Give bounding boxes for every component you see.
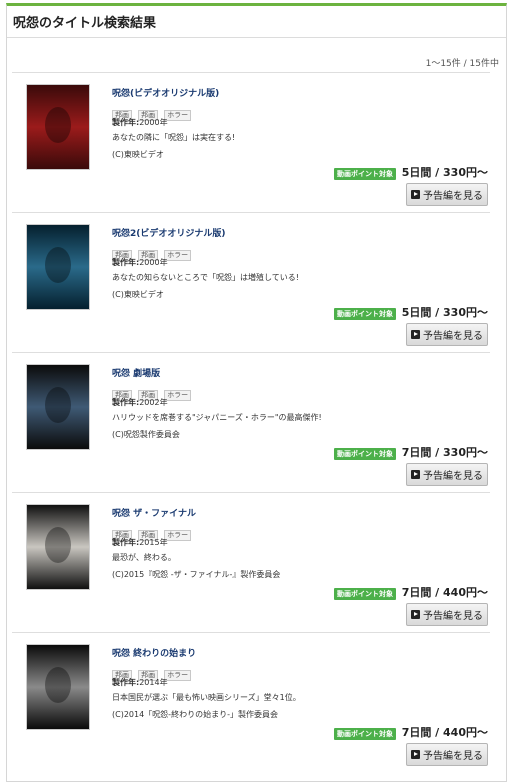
result-count: 1～15件 / 15件中 bbox=[425, 59, 499, 69]
poster-image[interactable] bbox=[26, 84, 90, 170]
production-year: 製作年:2002年 bbox=[112, 398, 168, 407]
production-year: 製作年:2014年 bbox=[112, 678, 168, 687]
copyright: (C)2015『呪怨 -ザ・ファイナル-』製作委員会 bbox=[112, 570, 281, 579]
copyright: (C)2014「呪怨-終わりの始まり-」製作委員会 bbox=[112, 710, 278, 719]
description: ハリウッドを席巻する"ジャパニーズ・ホラー"の最高傑作! bbox=[112, 413, 322, 422]
tag[interactable]: ホラー bbox=[164, 530, 192, 541]
trailer-button[interactable]: 予告編を見る bbox=[406, 183, 488, 206]
list-item: 呪怨 ザ・ファイナル 邦画 邦画 ホラー 製作年:2015年 最恐が、終わる。 … bbox=[12, 492, 490, 632]
poster-image[interactable] bbox=[26, 364, 90, 450]
panel-header: 呪怨のタイトル検索結果 bbox=[7, 6, 506, 38]
rental-price: 7日間 / 440円～ bbox=[401, 586, 488, 599]
point-badge: 動画ポイント対象 bbox=[334, 728, 396, 740]
point-badge: 動画ポイント対象 bbox=[334, 448, 396, 460]
tag[interactable]: ホラー bbox=[164, 110, 192, 121]
title-link[interactable]: 呪怨2(ビデオオリジナル版) bbox=[112, 226, 226, 239]
rental-price: 7日間 / 330円～ bbox=[401, 446, 488, 459]
tag[interactable]: ホラー bbox=[164, 670, 192, 681]
poster-image[interactable] bbox=[26, 504, 90, 590]
poster-image[interactable] bbox=[26, 644, 90, 730]
play-icon bbox=[411, 190, 420, 199]
poster-image[interactable] bbox=[26, 224, 90, 310]
play-icon bbox=[411, 470, 420, 479]
trailer-button[interactable]: 予告編を見る bbox=[406, 603, 488, 626]
copyright: (C)東映ビデオ bbox=[112, 290, 164, 299]
trailer-button[interactable]: 予告編を見る bbox=[406, 323, 488, 346]
trailer-button-label: 予告編を見る bbox=[423, 331, 483, 342]
production-year: 製作年:2015年 bbox=[112, 538, 168, 547]
list-item: 呪怨2(ビデオオリジナル版) 邦画 邦画 ホラー 製作年:2000年 あなたの知… bbox=[12, 212, 490, 352]
description: あなたの知らないところで「呪怨」は増殖している! bbox=[112, 273, 299, 282]
production-year: 製作年:2000年 bbox=[112, 118, 168, 127]
title-link[interactable]: 呪怨 終わりの始まり bbox=[112, 646, 196, 659]
title-link[interactable]: 呪怨 劇場版 bbox=[112, 366, 160, 379]
play-icon bbox=[411, 330, 420, 339]
point-badge: 動画ポイント対象 bbox=[334, 168, 396, 180]
tag[interactable]: ホラー bbox=[164, 390, 192, 401]
description: あなたの隣に「呪怨」は実在する! bbox=[112, 133, 236, 142]
rental-price: 5日間 / 330円～ bbox=[401, 166, 488, 179]
copyright: (C)東映ビデオ bbox=[112, 150, 164, 159]
trailer-button[interactable]: 予告編を見る bbox=[406, 743, 488, 766]
page-title: 呪怨のタイトル検索結果 bbox=[13, 16, 157, 31]
rental-price: 7日間 / 440円～ bbox=[401, 726, 488, 739]
play-icon bbox=[411, 610, 420, 619]
tag[interactable]: ホラー bbox=[164, 250, 192, 261]
point-badge: 動画ポイント対象 bbox=[334, 308, 396, 320]
copyright: (C)呪怨製作委員会 bbox=[112, 430, 180, 439]
production-year: 製作年:2000年 bbox=[112, 258, 168, 267]
description: 最恐が、終わる。 bbox=[112, 553, 176, 562]
description: 日本国民が選ぶ「最も怖い映画シリーズ」堂々1位。 bbox=[112, 693, 301, 702]
list-item: 呪怨 終わりの始まり 邦画 邦画 ホラー 製作年:2014年 日本国民が選ぶ「最… bbox=[12, 632, 490, 772]
play-icon bbox=[411, 750, 420, 759]
trailer-button-label: 予告編を見る bbox=[423, 191, 483, 202]
rental-price: 5日間 / 330円～ bbox=[401, 306, 488, 319]
results-list: 呪怨(ビデオオリジナル版) 邦画 邦画 ホラー 製作年:2000年 あなたの隣に… bbox=[12, 72, 490, 772]
trailer-button-label: 予告編を見る bbox=[423, 751, 483, 762]
point-badge: 動画ポイント対象 bbox=[334, 588, 396, 600]
trailer-button[interactable]: 予告編を見る bbox=[406, 463, 488, 486]
list-item: 呪怨(ビデオオリジナル版) 邦画 邦画 ホラー 製作年:2000年 あなたの隣に… bbox=[12, 72, 490, 212]
trailer-button-label: 予告編を見る bbox=[423, 471, 483, 482]
trailer-button-label: 予告編を見る bbox=[423, 611, 483, 622]
title-link[interactable]: 呪怨 ザ・ファイナル bbox=[112, 506, 196, 519]
title-link[interactable]: 呪怨(ビデオオリジナル版) bbox=[112, 86, 219, 99]
list-item: 呪怨 劇場版 邦画 邦画 ホラー 製作年:2002年 ハリウッドを席巻する"ジャ… bbox=[12, 352, 490, 492]
